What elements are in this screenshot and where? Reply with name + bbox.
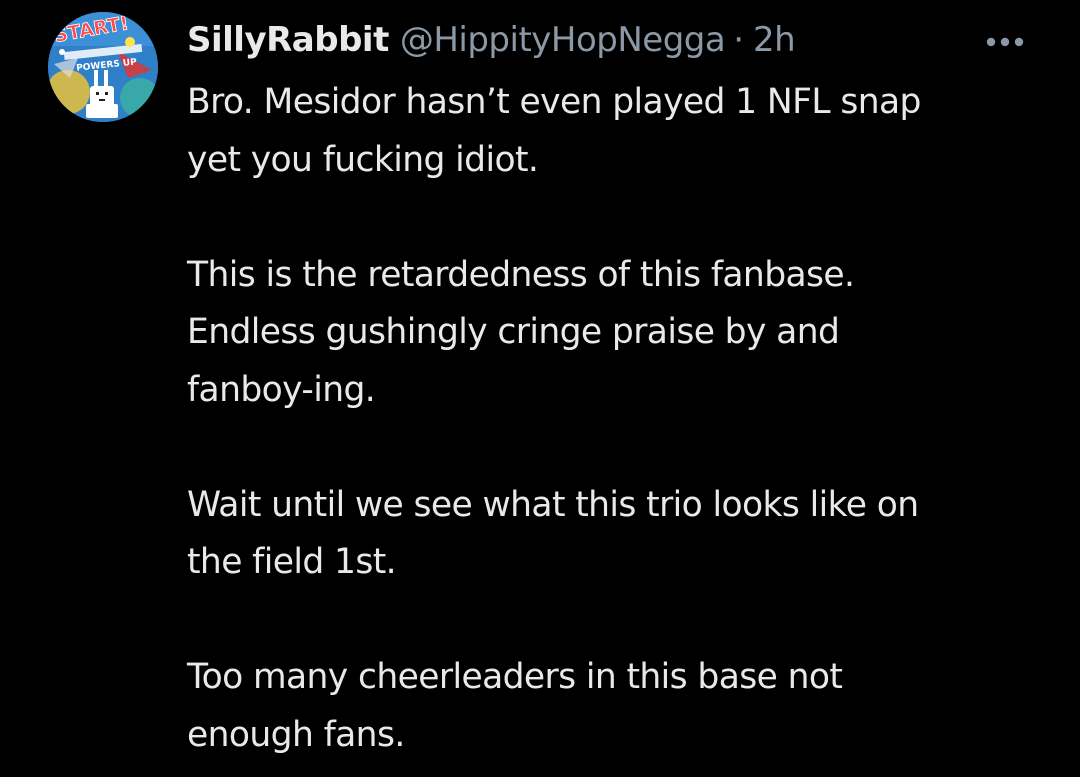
tweet-paragraph: This is the retardedness of this fanbase… (187, 247, 1057, 420)
more-options-icon (986, 37, 1024, 47)
tweet-text-line: yet you fucking idiot. (187, 139, 539, 180)
tweet: START! POWERS UP SillyRabbit @HippityHop… (0, 0, 1080, 777)
tweet-paragraph: Too many cheerleaders in this base not e… (187, 649, 1057, 764)
avatar[interactable]: START! POWERS UP (48, 12, 158, 122)
tweet-header: SillyRabbit @HippityHopNegga · 2h (187, 14, 796, 66)
author-handle[interactable]: @HippityHopNegga (400, 20, 726, 60)
tweet-text-line: enough fans. (187, 714, 405, 755)
tweet-text-line: fanboy-ing. (187, 369, 376, 410)
tweet-text-line: Wait until we see what this trio looks l… (187, 484, 919, 525)
tweet-paragraph: Wait until we see what this trio looks l… (187, 477, 1057, 592)
tweet-text-line: This is the retardedness of this fanbase… (187, 254, 855, 295)
tweet-text-line: the field 1st. (187, 542, 397, 582)
tweet-text-line: Bro. Mesidor hasn’t even played 1 NFL sn… (187, 82, 921, 122)
tweet-timestamp[interactable]: 2h (753, 20, 796, 60)
tweet-text-line: Too many cheerleaders in this base not (187, 657, 843, 697)
tweet-text: Bro. Mesidor hasn’t even played 1 NFL sn… (187, 74, 1057, 764)
tweet-paragraph: Bro. Mesidor hasn’t even played 1 NFL sn… (187, 74, 1057, 189)
tweet-text-line: Endless gushingly cringe praise by and (187, 312, 840, 352)
more-options-button[interactable] (982, 22, 1028, 62)
author-display-name[interactable]: SillyRabbit (187, 20, 389, 60)
header-separator: · (733, 20, 745, 60)
rabbit-avatar-icon: START! POWERS UP (48, 12, 158, 122)
